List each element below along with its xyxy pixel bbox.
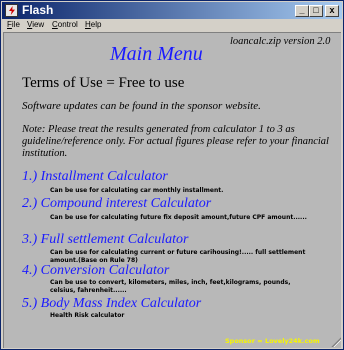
menu-view[interactable]: View xyxy=(27,20,44,29)
bmi-calculator-link[interactable]: 5.) Body Mass Index Calculator xyxy=(22,296,201,312)
conversion-calculator-link[interactable]: 4.) Conversion Calculator xyxy=(22,263,169,279)
close-button[interactable]: x xyxy=(325,5,339,17)
maximize-button[interactable]: □ xyxy=(309,5,323,17)
resize-grip-icon[interactable] xyxy=(331,337,341,347)
sponsor-link[interactable]: Sponsor = Lovely24k.com xyxy=(225,337,320,345)
menu-help[interactable]: Help xyxy=(85,20,101,29)
menu-view-label: iew xyxy=(32,20,45,29)
version-label: loancalc.zip version 2.0 xyxy=(230,36,331,47)
compound-interest-calculator-link[interactable]: 2.) Compound interest Calculator xyxy=(22,196,211,212)
menu-file-label: ile xyxy=(11,20,20,29)
conversion-calculator-desc: Can be use to convert, kilometers, miles… xyxy=(50,279,291,294)
installment-calculator-desc: Can be use for calculating car monthly i… xyxy=(50,187,224,194)
menu-control[interactable]: Control xyxy=(52,20,78,29)
bmi-calculator-desc: Health Risk calculator xyxy=(50,312,125,319)
full-settlement-calculator-link[interactable]: 3.) Full settlement Calculator xyxy=(22,232,188,248)
updates-note: Software updates can be found in the spo… xyxy=(22,100,261,112)
menu-bar: File View Control Help xyxy=(2,19,342,32)
flash-content-area: loancalc.zip version 2.0 Main Menu Terms… xyxy=(3,32,341,348)
terms-of-use: Terms of Use = Free to use xyxy=(22,75,185,91)
app-window: Flash _ □ x File View Control Help loanc… xyxy=(0,0,344,350)
flash-app-icon[interactable] xyxy=(5,4,18,17)
menu-file[interactable]: File xyxy=(7,20,20,29)
window-title: Flash xyxy=(22,3,54,17)
compound-interest-calculator-desc: Can be use for calculating future fix de… xyxy=(50,214,307,221)
installment-calculator-link[interactable]: 1.) Installment Calculator xyxy=(22,169,168,185)
title-bar[interactable]: Flash _ □ x xyxy=(2,2,342,19)
menu-control-label: ontrol xyxy=(57,20,78,29)
disclaimer-note: Note: Please treat the results generated… xyxy=(22,124,329,159)
main-menu-title: Main Menu xyxy=(110,43,203,65)
minimize-button[interactable]: _ xyxy=(295,5,309,17)
menu-help-label: elp xyxy=(90,20,102,29)
